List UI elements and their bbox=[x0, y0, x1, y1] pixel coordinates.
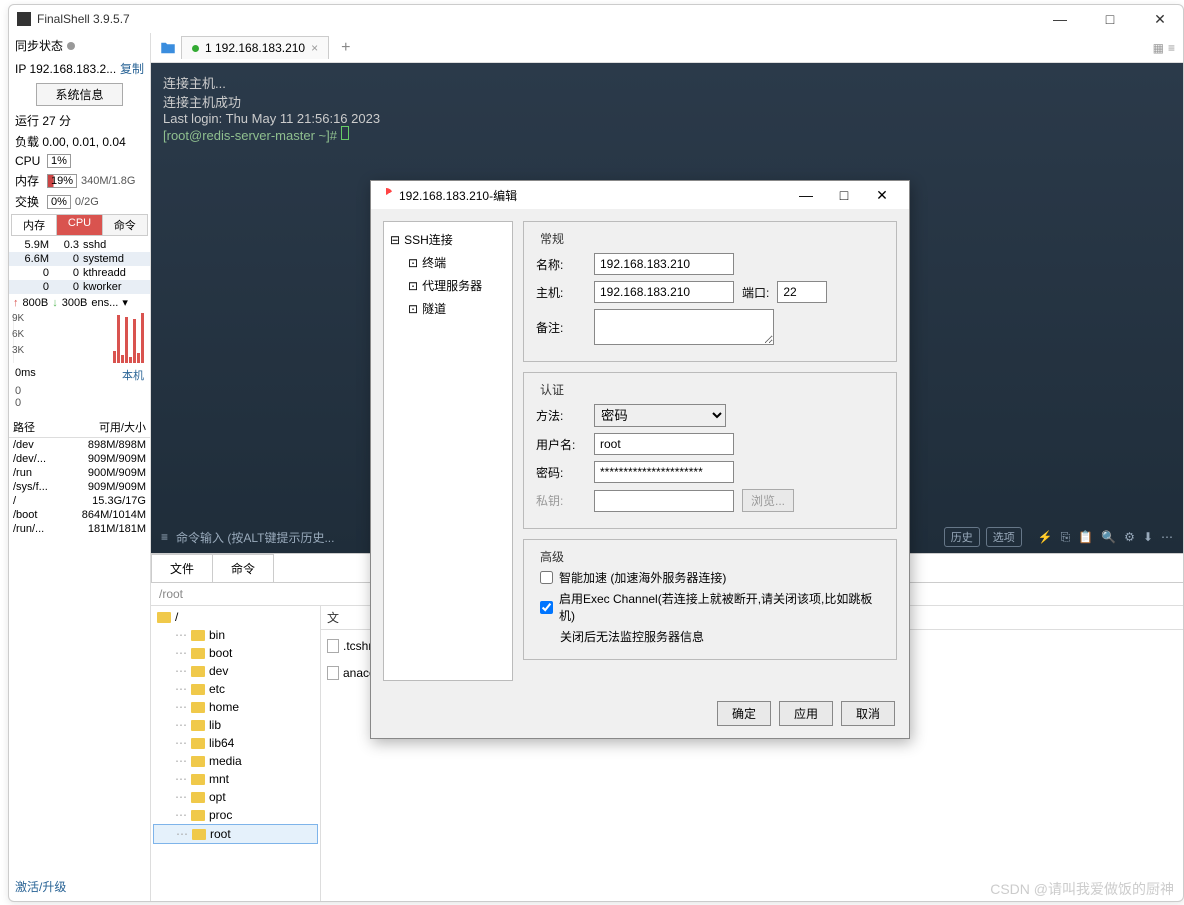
method-select[interactable]: 密码 bbox=[594, 404, 726, 427]
tree-root[interactable]: / bbox=[153, 608, 318, 626]
tree-node-boot[interactable]: ⋯boot bbox=[153, 644, 318, 662]
ok-button[interactable]: 确定 bbox=[717, 701, 771, 726]
tree-ssh[interactable]: ⊟SSH连接 bbox=[388, 228, 508, 251]
swap-pct: 0% bbox=[47, 195, 71, 209]
minimize-button[interactable]: — bbox=[1045, 11, 1075, 28]
tab-cmd[interactable]: 命令 bbox=[102, 215, 147, 235]
maximize-button[interactable]: □ bbox=[1095, 11, 1125, 28]
dialog-tree: ⊟SSH连接 ⊡终端 ⊡代理服务器 ⊡隧道 bbox=[383, 221, 513, 681]
remark-field[interactable] bbox=[594, 309, 774, 345]
username-field[interactable] bbox=[594, 433, 734, 455]
tree-node-lib64[interactable]: ⋯lib64 bbox=[153, 734, 318, 752]
watermark: CSDN @请叫我爱做饭的厨神 bbox=[990, 879, 1174, 899]
general-fieldset: 常规 名称: 主机:端口: 备注: bbox=[523, 221, 897, 362]
directory-tree: / ⋯bin⋯boot⋯dev⋯etc⋯home⋯lib⋯lib64⋯media… bbox=[151, 606, 321, 901]
sidebar: 同步状态 IP 192.168.183.2...复制 系统信息 运行 27 分 … bbox=[9, 33, 151, 901]
tab-mem[interactable]: 内存 bbox=[12, 215, 57, 235]
password-field[interactable] bbox=[594, 461, 734, 483]
tree-terminal[interactable]: ⊡终端 bbox=[388, 251, 508, 274]
tree-node-opt[interactable]: ⋯opt bbox=[153, 788, 318, 806]
list-view-icon[interactable]: ≡ bbox=[1168, 41, 1175, 55]
options-button[interactable]: 选项 bbox=[986, 527, 1022, 547]
tab-commands[interactable]: 命令 bbox=[212, 554, 274, 582]
dialog-minimize[interactable]: — bbox=[787, 187, 825, 203]
gear-icon[interactable]: ⚙ bbox=[1124, 530, 1135, 545]
tree-node-home[interactable]: ⋯home bbox=[153, 698, 318, 716]
close-button[interactable]: ✕ bbox=[1145, 11, 1175, 28]
cancel-button[interactable]: 取消 bbox=[841, 701, 895, 726]
tab-bar: 1 192.168.183.210 × + ▦ ≡ bbox=[151, 33, 1183, 63]
tree-node-bin[interactable]: ⋯bin bbox=[153, 626, 318, 644]
new-tab-button[interactable]: + bbox=[331, 39, 360, 57]
app-title: FinalShell 3.9.5.7 bbox=[37, 12, 1045, 26]
process-list: 5.9M0.3sshd 6.6M0systemd 00kthreadd 00kw… bbox=[9, 238, 150, 294]
tree-node-media[interactable]: ⋯media bbox=[153, 752, 318, 770]
tab-files[interactable]: 文件 bbox=[151, 554, 213, 582]
network-chart: 9K 6K 3K bbox=[13, 313, 146, 363]
tree-node-root[interactable]: ⋯root bbox=[153, 824, 318, 844]
edit-dialog: 192.168.183.210-编辑 — □ ✕ ⊟SSH连接 ⊡终端 ⊡代理服… bbox=[370, 180, 910, 739]
apply-button[interactable]: 应用 bbox=[779, 701, 833, 726]
copy-button[interactable]: 复制 bbox=[120, 60, 144, 77]
advanced-fieldset: 高级 智能加速 (加速海外服务器连接) 启用Exec Channel(若连接上就… bbox=[523, 539, 897, 660]
folder-icon[interactable] bbox=[157, 39, 179, 57]
private-key-field bbox=[594, 490, 734, 512]
host-field[interactable] bbox=[594, 281, 734, 303]
tree-node-etc[interactable]: ⋯etc bbox=[153, 680, 318, 698]
accel-checkbox[interactable] bbox=[540, 571, 553, 584]
activate-link[interactable]: 激活/升级 bbox=[9, 872, 150, 901]
tab-cpu[interactable]: CPU bbox=[57, 215, 101, 235]
dialog-titlebar: 192.168.183.210-编辑 — □ ✕ bbox=[371, 181, 909, 209]
load: 负载 0.00, 0.01, 0.04 bbox=[9, 131, 150, 152]
dialog-maximize[interactable]: □ bbox=[825, 187, 863, 203]
tree-node-dev[interactable]: ⋯dev bbox=[153, 662, 318, 680]
status-dot-icon bbox=[192, 45, 199, 52]
browse-button[interactable]: 浏览... bbox=[742, 489, 794, 512]
disk-list: 路径可用/大小 /dev898M/898M /dev/...909M/909M … bbox=[9, 417, 150, 536]
cursor-icon bbox=[341, 126, 349, 140]
dialog-close[interactable]: ✕ bbox=[863, 187, 901, 204]
history-button[interactable]: 历史 bbox=[944, 527, 980, 547]
exec-checkbox[interactable] bbox=[540, 601, 553, 614]
folder-icon bbox=[157, 612, 171, 623]
titlebar: FinalShell 3.9.5.7 — □ ✕ bbox=[9, 5, 1183, 33]
copy-icon[interactable]: ⎘ bbox=[1061, 530, 1071, 545]
close-tab-icon[interactable]: × bbox=[311, 41, 318, 55]
tree-node-proc[interactable]: ⋯proc bbox=[153, 806, 318, 824]
cpu-value: 1% bbox=[47, 154, 71, 168]
network-rate: ↑800B↓300Bens...▾ bbox=[9, 294, 150, 311]
grid-view-icon[interactable]: ▦ bbox=[1153, 41, 1164, 55]
menu-icon[interactable]: ≡ bbox=[161, 530, 168, 544]
tree-node-mnt[interactable]: ⋯mnt bbox=[153, 770, 318, 788]
search-icon[interactable]: 🔍 bbox=[1101, 530, 1116, 545]
java-icon bbox=[379, 188, 393, 202]
name-field[interactable] bbox=[594, 253, 734, 275]
tree-tunnel[interactable]: ⊡隧道 bbox=[388, 297, 508, 320]
session-tab[interactable]: 1 192.168.183.210 × bbox=[181, 36, 329, 59]
tree-node-lib[interactable]: ⋯lib bbox=[153, 716, 318, 734]
paste-icon[interactable]: 📋 bbox=[1078, 530, 1093, 545]
tree-proxy[interactable]: ⊡代理服务器 bbox=[388, 274, 508, 297]
system-info-button[interactable]: 系统信息 bbox=[36, 83, 122, 106]
ip-text: IP 192.168.183.2... bbox=[15, 62, 116, 76]
stat-tabs: 内存 CPU 命令 bbox=[11, 214, 148, 236]
latency: 0ms bbox=[15, 367, 36, 383]
more-icon[interactable]: ⋯ bbox=[1161, 530, 1173, 545]
auth-fieldset: 认证 方法:密码 用户名: 密码: 私钥:浏览... bbox=[523, 372, 897, 529]
app-icon bbox=[17, 12, 31, 26]
mem-pct: 19% bbox=[47, 174, 77, 188]
download-icon[interactable]: ⬇ bbox=[1143, 530, 1153, 545]
runtime: 运行 27 分 bbox=[9, 110, 150, 131]
sync-status: 同步状态 bbox=[9, 33, 150, 58]
port-field[interactable] bbox=[777, 281, 827, 303]
bolt-icon[interactable]: ⚡ bbox=[1038, 530, 1053, 545]
command-input-hint[interactable]: 命令输入 (按ALT键提示历史... bbox=[176, 529, 334, 546]
local-label[interactable]: 本机 bbox=[122, 367, 144, 383]
